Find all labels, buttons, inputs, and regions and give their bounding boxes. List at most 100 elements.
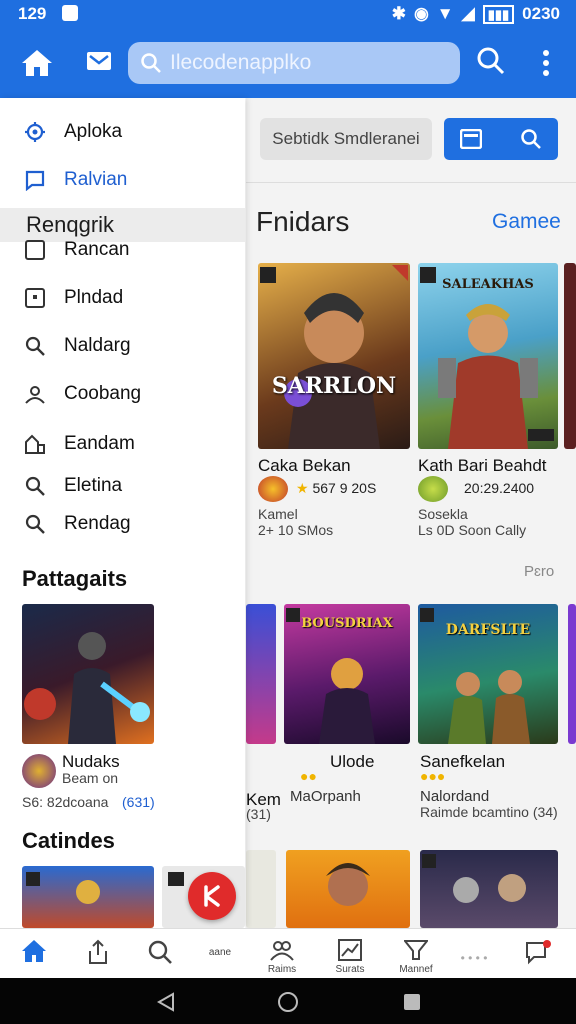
nav-search[interactable] (128, 929, 192, 979)
nav-label: aane (208, 947, 232, 958)
settings-icon (25, 122, 45, 142)
featured-rating: (631) (122, 794, 155, 810)
calendar-icon (460, 129, 482, 149)
search-icon (141, 53, 161, 73)
ellipsis-icon: • • • • (460, 951, 488, 965)
featured-title[interactable]: Nudaks (62, 752, 120, 772)
more-link[interactable]: Pɛro (524, 563, 554, 580)
nav-item-aane[interactable]: aane (188, 929, 252, 979)
system-navigation-bar (0, 978, 576, 1024)
alarm-icon: ◉ (413, 4, 429, 23)
drawer-item-aploka[interactable]: Aploka (0, 112, 245, 152)
star-icon: ★ (296, 480, 309, 496)
drawer-section-title: Catindes (22, 828, 115, 853)
mail-icon[interactable] (86, 50, 112, 72)
nav-item-raims[interactable]: Raims (250, 929, 314, 979)
game-card-image-partial (568, 604, 576, 744)
featured-sub: Beam on (62, 770, 119, 786)
divider (246, 182, 576, 183)
filter-button[interactable] (444, 118, 558, 160)
game-meta-partial: (31) (246, 806, 271, 822)
game-avatar (258, 476, 288, 502)
status-time: 129 (18, 4, 47, 23)
game-publisher: Kamel (258, 506, 298, 522)
game-title[interactable]: Caka Bekan (258, 456, 351, 476)
back-icon[interactable] (156, 992, 176, 1012)
game-card-image[interactable] (286, 850, 410, 928)
game-meta: Raimde bcamtino (34) (420, 804, 558, 820)
nav-item-notifications[interactable] (506, 929, 570, 979)
drawer-item-eandam[interactable]: Eandam (0, 424, 245, 464)
search-input[interactable]: Ilecodenapplko (128, 42, 460, 84)
search-icon (148, 940, 172, 964)
home-icon[interactable] (20, 48, 54, 78)
category-image[interactable] (22, 866, 154, 928)
tablet-icon (25, 288, 45, 308)
drawer-item-coobang[interactable]: Coobang (0, 374, 245, 414)
game-title[interactable]: Ulode (330, 752, 374, 772)
game-meta: Ls 0D Soon Cally (418, 522, 527, 538)
card-art-text: SARRLON (271, 373, 397, 399)
navigation-drawer: Aploka Ralvian Renqgrik Rancan Plndad Na… (0, 98, 245, 928)
section-link[interactable]: Gamee (492, 210, 561, 234)
rating-text: 567 9 20S (312, 480, 377, 496)
game-card-image[interactable]: SARRLON (258, 263, 410, 449)
rating-stars-icon: ●● (300, 768, 317, 784)
filter-input[interactable]: Sebtidk Smdleranei (260, 118, 432, 160)
notification-icon (62, 5, 78, 21)
nav-item-mannef[interactable]: Mannef (384, 929, 448, 979)
battery-icon: ▮▮▮ (482, 4, 515, 24)
close-icon (204, 885, 220, 907)
game-publisher: MaOrpanh (290, 788, 361, 805)
more-options-icon[interactable] (538, 48, 554, 78)
game-card-image[interactable]: BOUSDRIAX (284, 604, 410, 744)
nav-share[interactable] (66, 929, 130, 979)
nav-label: Surats (335, 964, 365, 975)
wifi-icon: ▼ (436, 4, 454, 23)
game-card-image[interactable]: SALEAKHAS (418, 263, 558, 449)
card-art-text: SALEAKHAS (442, 277, 534, 292)
bluetooth-icon: ✱ (391, 4, 406, 23)
filter-icon (402, 940, 430, 960)
home-circle-icon[interactable] (277, 991, 299, 1013)
drawer-item-label: Coobang (64, 383, 142, 404)
share-icon (89, 939, 107, 964)
drawer-item-eletina[interactable]: Eletina (0, 466, 245, 506)
chart-icon (338, 939, 362, 961)
game-avatar (418, 476, 448, 502)
status-right-text: 0230 (522, 4, 560, 23)
search-icon (25, 336, 45, 356)
drawer-item-naldarg[interactable]: Naldarg (0, 326, 245, 366)
drawer-item-rancan[interactable]: Rancan (0, 230, 245, 270)
status-bar: 129 ✱ ◉ ▼ ◢ ▮▮▮ 0230 (0, 0, 576, 28)
signal-icon: ◢ (461, 4, 475, 23)
game-card-image[interactable] (420, 850, 558, 928)
recents-icon[interactable] (402, 992, 422, 1012)
drawer-item-rendag[interactable]: Rendag (0, 504, 245, 544)
close-fab-button[interactable] (188, 872, 236, 920)
status-right: ✱ ◉ ▼ ◢ ▮▮▮ 0230 (392, 4, 560, 24)
home-icon (22, 940, 46, 962)
game-publisher: Sosekla (418, 506, 468, 522)
nav-home[interactable] (2, 929, 66, 979)
game-rating: 20:29.2400 (464, 480, 535, 496)
chat-bubble-icon (526, 940, 551, 965)
drawer-item-label: Eletina (64, 475, 123, 496)
drawer-item-plndad[interactable]: Plndad (0, 278, 245, 318)
game-card-image[interactable]: DARFSLTE (418, 604, 558, 744)
game-title[interactable]: Kath Bari Beahdt (418, 456, 547, 476)
nav-item-more[interactable]: • • • • (442, 929, 506, 979)
drawer-item-label: Eandam (64, 433, 135, 454)
drawer-item-label: Rancan (64, 239, 130, 260)
drawer-item-label: Ralvian (64, 169, 128, 190)
featured-game-image[interactable] (22, 604, 154, 744)
bottom-navigation: aane Raims Surats Mannef • • • • (0, 928, 576, 979)
drawer-item-ralvian[interactable]: Ralvian (0, 160, 245, 200)
nav-label: Mannef (399, 964, 433, 975)
card-art-text: BOUSDRIAX (301, 616, 393, 631)
drawer-item-label: Plndad (64, 287, 124, 308)
nav-item-surats[interactable]: Surats (318, 929, 382, 979)
search-button[interactable] (476, 46, 506, 76)
game-publisher: Nalordand (420, 788, 490, 805)
game-card-image-partial (246, 850, 276, 928)
